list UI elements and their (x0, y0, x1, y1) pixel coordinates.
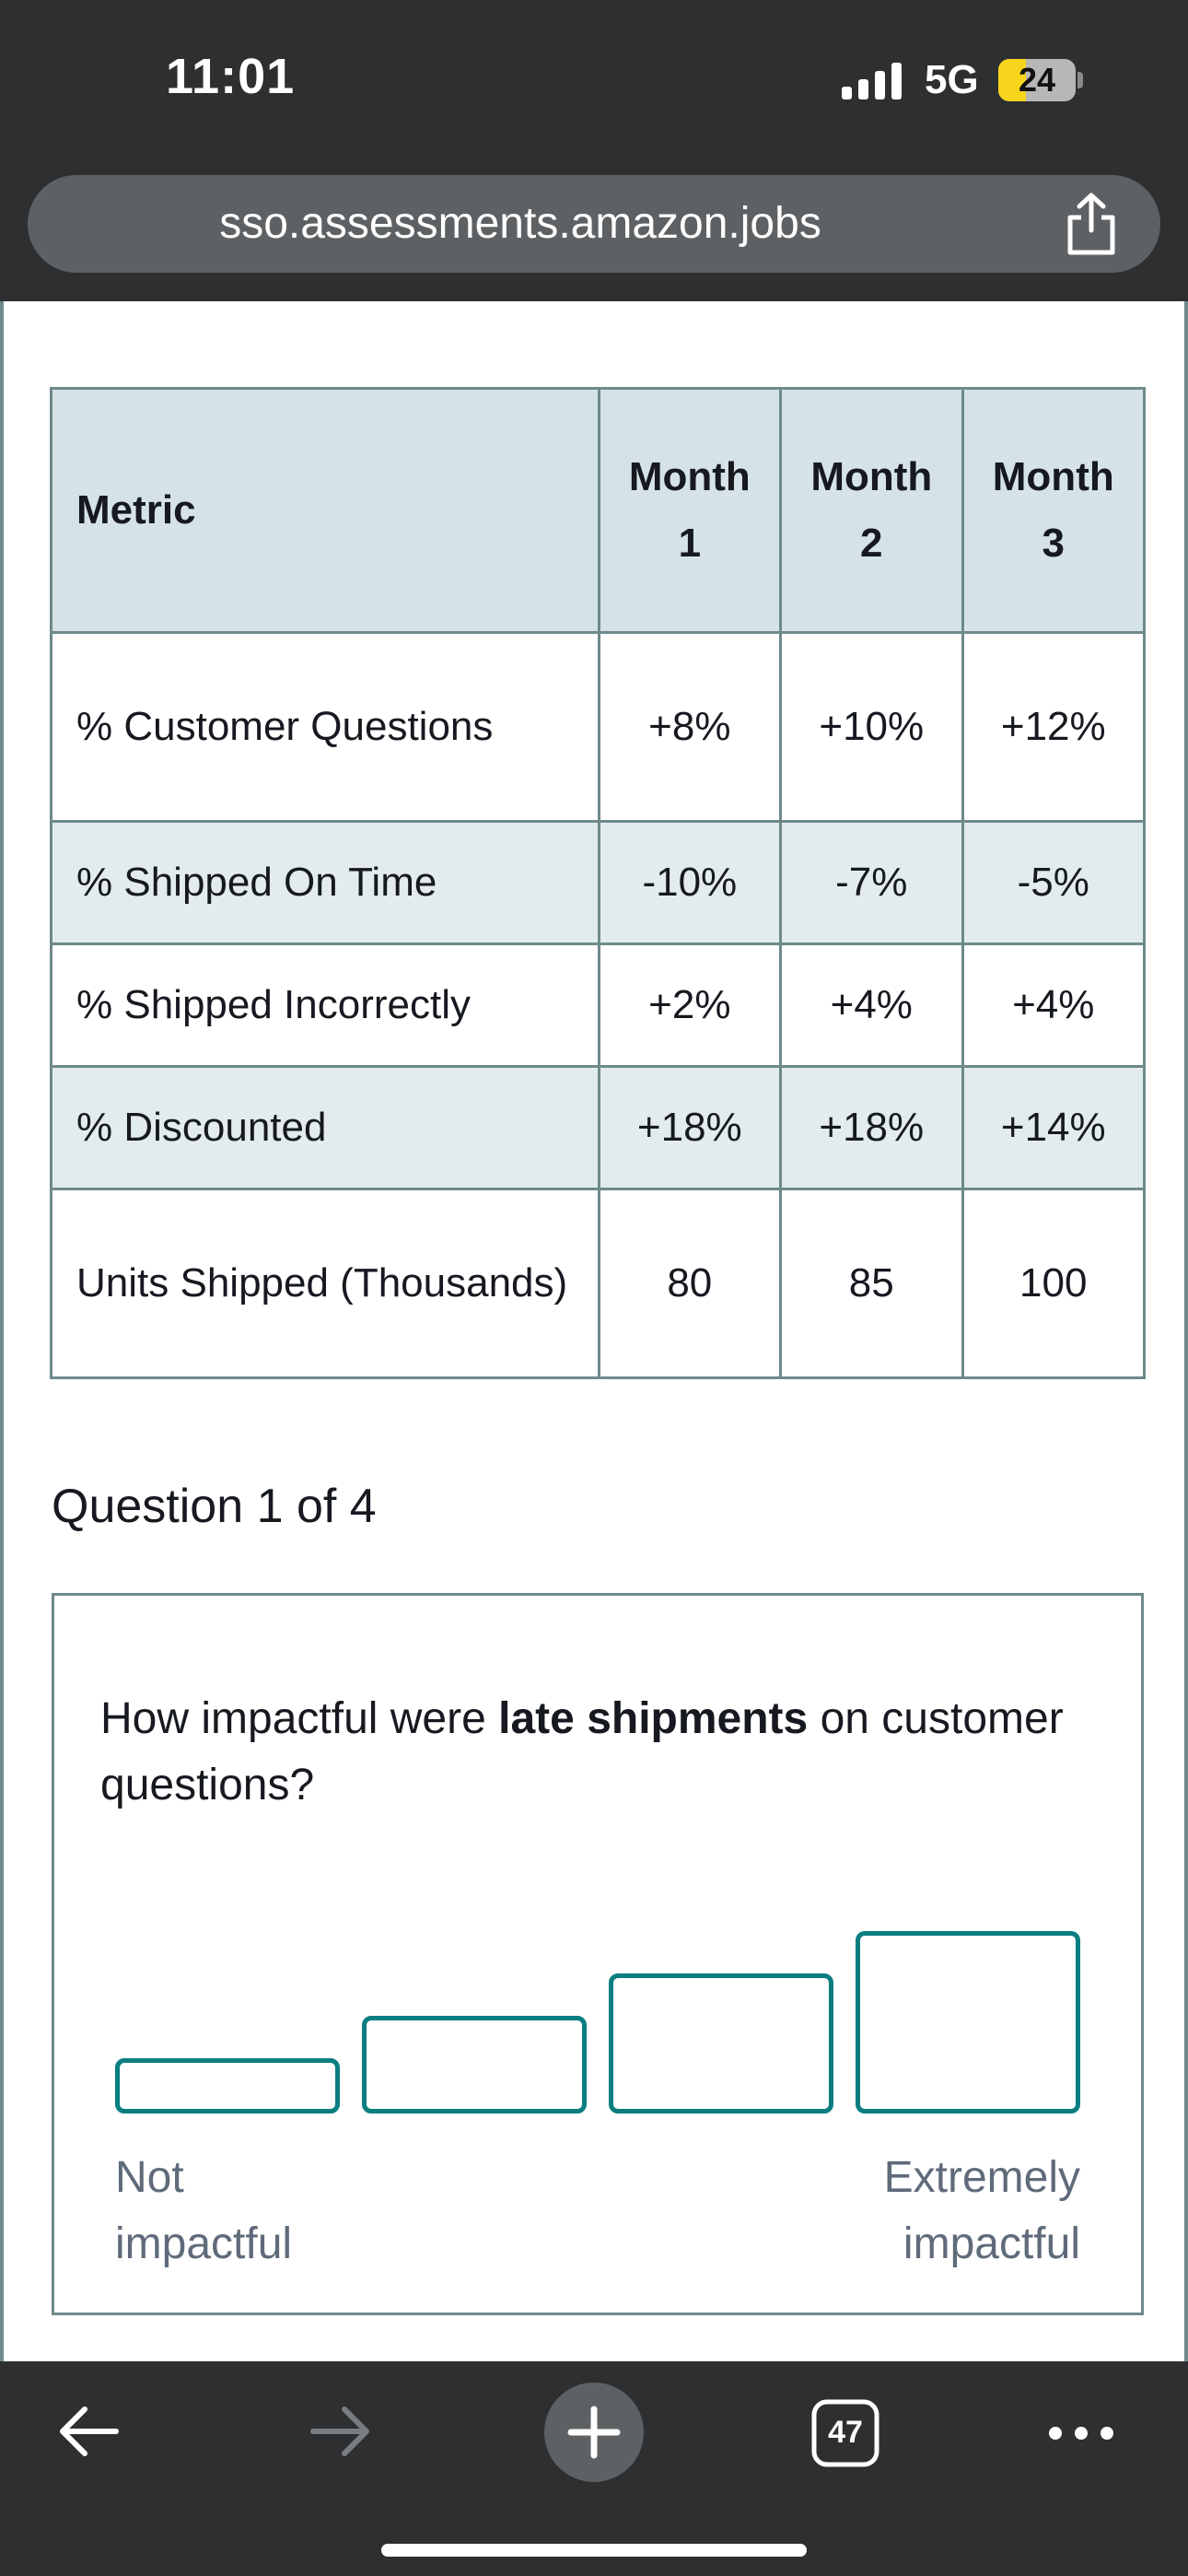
rating-option-1[interactable] (115, 2058, 340, 2113)
row-metric: % Customer Questions (50, 631, 600, 823)
battery-level: 24 (1018, 61, 1056, 99)
row-value: +12% (961, 631, 1147, 823)
table-row: % Discounted +18% +18% +14% (50, 1065, 1147, 1190)
scale-low-label: Not impactful (115, 2153, 293, 2268)
row-value: +4% (779, 943, 964, 1068)
browser-top-bar: 11:01 5G 24 sso.assessments.amazon.jobs (0, 0, 1188, 301)
row-value: +18% (597, 1065, 783, 1190)
url-text[interactable]: sso.assessments.amazon.jobs (28, 198, 1013, 249)
row-metric: % Shipped Incorrectly (50, 943, 600, 1068)
question-text: How impactful were late shipments on cus… (100, 1694, 1064, 1809)
row-value: 85 (779, 1188, 964, 1379)
browser-bottom-toolbar: 47 (0, 2361, 1188, 2576)
row-value: +14% (961, 1065, 1147, 1190)
tab-count[interactable]: 47 (810, 2415, 880, 2451)
row-value: -10% (597, 820, 783, 945)
rating-option-3[interactable] (609, 1973, 833, 2113)
row-metric: Units Shipped (Thousands) (50, 1188, 600, 1379)
row-metric: % Shipped On Time (50, 820, 600, 945)
rating-option-2[interactable] (362, 2016, 587, 2113)
row-value: +2% (597, 943, 783, 1068)
header-metric: Metric (50, 387, 600, 634)
status-time: 11:01 (166, 49, 296, 104)
home-indicator[interactable] (381, 2544, 807, 2557)
row-value: +4% (961, 943, 1147, 1068)
question-card: How impactful were late shipments on cus… (52, 1593, 1144, 2315)
share-icon[interactable] (1059, 190, 1124, 258)
row-value: 100 (961, 1188, 1147, 1379)
row-value: +8% (597, 631, 783, 823)
address-bar[interactable]: sso.assessments.amazon.jobs (28, 175, 1160, 273)
signal-icon (842, 63, 902, 100)
forward-arrow-icon[interactable] (306, 2396, 376, 2466)
row-value: -5% (961, 820, 1147, 945)
row-value: +18% (779, 1065, 964, 1190)
header-month-1: Month 1 (597, 387, 783, 634)
row-metric: % Discounted (50, 1065, 600, 1190)
row-value: 80 (597, 1188, 783, 1379)
table-row: % Shipped On Time -10% -7% -5% (50, 820, 1147, 945)
table-row: % Shipped Incorrectly +2% +4% +4% (50, 943, 1147, 1068)
row-value: +10% (779, 631, 964, 823)
table-row: Units Shipped (Thousands) 80 85 100 (50, 1188, 1147, 1379)
battery-tip (1077, 72, 1083, 88)
question-counter: Question 1 of 4 (52, 1480, 377, 1533)
header-month-2: Month 2 (779, 387, 964, 634)
table-row: % Customer Questions +8% +10% +12% (50, 631, 1147, 823)
page-content: Metric Month 1 Month 2 Month 3 % Customer Q… (0, 301, 1188, 2361)
header-month-3: Month 3 (961, 387, 1147, 634)
row-value: -7% (779, 820, 964, 945)
metrics-table: Metric Month 1 Month 2 Month 3 % Customer Q… (50, 387, 1147, 1379)
rating-option-4[interactable] (856, 1931, 1080, 2113)
table-header-row: Metric Month 1 Month 2 Month 3 (50, 387, 1147, 634)
question-emphasis: late shipments (498, 1694, 809, 1743)
network-type: 5G (925, 57, 979, 102)
new-tab-plus-icon[interactable] (543, 2382, 645, 2483)
battery-icon: 24 (998, 59, 1076, 101)
back-arrow-icon[interactable] (53, 2396, 123, 2466)
more-icon[interactable] (1044, 2415, 1118, 2452)
scale-high-label: Extremely impactful (883, 2153, 1080, 2268)
